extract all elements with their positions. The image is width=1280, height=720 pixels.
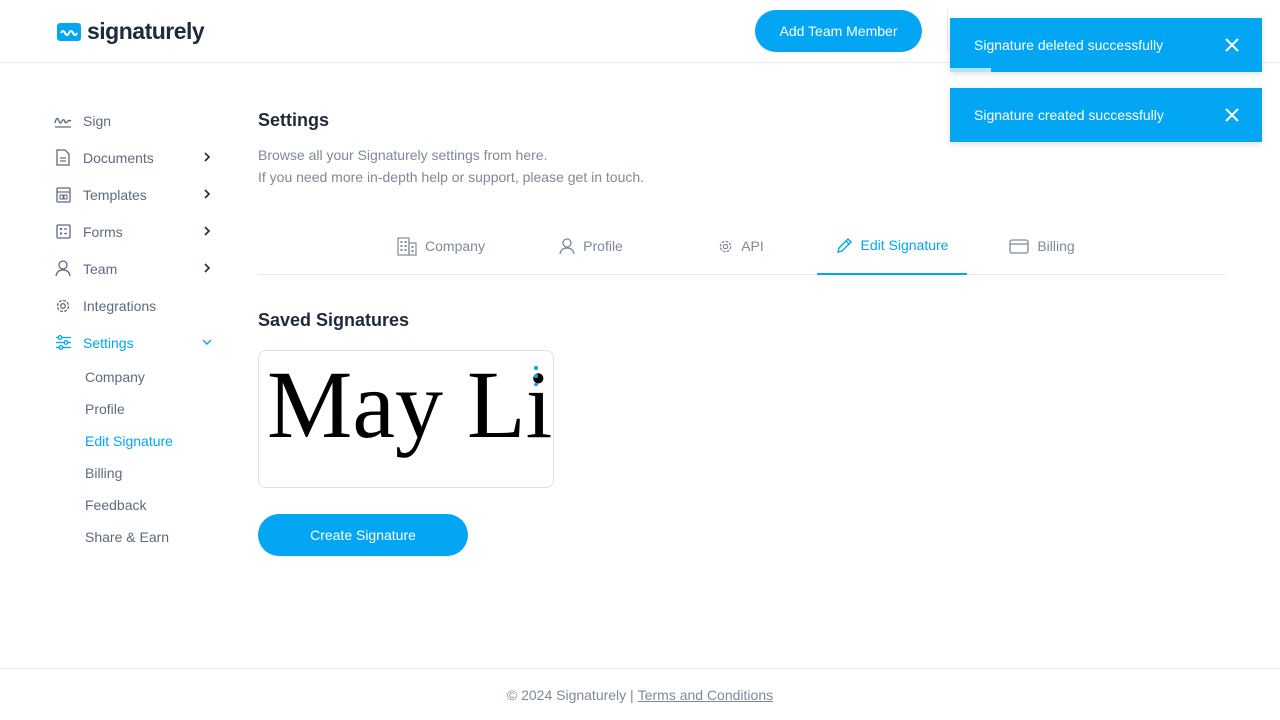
sidebar-item-documents[interactable]: Documents xyxy=(54,139,219,176)
tab-label: Company xyxy=(425,238,485,254)
sidebar-item-label: Team xyxy=(83,260,118,277)
tab-label: Billing xyxy=(1037,238,1075,254)
tab-company[interactable]: Company xyxy=(384,217,498,275)
toast-message: Signature created successfully xyxy=(974,107,1164,123)
terms-link[interactable]: Terms and Conditions xyxy=(638,687,773,703)
sidebar-subitem-company[interactable]: Company xyxy=(54,361,219,393)
copyright-text: © 2024 Signaturely | xyxy=(506,686,634,703)
toast-progress-bar xyxy=(950,68,991,72)
gear-icon xyxy=(719,240,732,252)
chevron-right-icon xyxy=(204,152,211,162)
tab-profile[interactable]: Profile xyxy=(548,217,634,275)
sidebar-subitem-share-earn[interactable]: Share & Earn xyxy=(54,521,219,553)
sidebar-item-sign[interactable]: Sign xyxy=(54,102,219,139)
logo-mark-icon xyxy=(57,22,81,41)
sidebar-item-label: Integrations xyxy=(83,297,157,314)
sidebar: Sign Documents Templates Forms Team Inte… xyxy=(54,102,219,553)
template-icon xyxy=(54,186,72,204)
sidebar-item-forms[interactable]: Forms xyxy=(54,213,219,250)
sidebar-item-label: Templates xyxy=(83,186,147,203)
create-signature-button[interactable]: Create Signature xyxy=(258,514,468,556)
signature-preview: May Li xyxy=(267,351,553,458)
sidebar-subitem-billing[interactable]: Billing xyxy=(54,457,219,489)
tab-label: API xyxy=(741,238,764,254)
user-icon xyxy=(54,260,72,278)
sidebar-item-label: Documents xyxy=(83,149,154,166)
sidebar-item-label: Sign xyxy=(83,112,112,129)
sidebar-item-templates[interactable]: Templates xyxy=(54,176,219,213)
sliders-icon xyxy=(54,334,72,352)
description-line: Browse all your Signaturely settings fro… xyxy=(258,147,548,163)
page-description: Browse all your Signaturely settings fro… xyxy=(258,144,1225,188)
toast-deleted: Signature deleted successfully xyxy=(950,18,1262,72)
close-icon[interactable] xyxy=(1224,37,1240,53)
signature-card[interactable]: May Li xyxy=(258,350,554,488)
sidebar-subitem-edit-signature[interactable]: Edit Signature xyxy=(54,425,219,457)
section-title: Saved Signatures xyxy=(258,310,410,330)
gear-icon xyxy=(54,297,72,315)
tab-edit-signature[interactable]: Edit Signature xyxy=(817,217,967,275)
building-icon xyxy=(397,236,417,256)
card-icon xyxy=(1009,238,1029,254)
chevron-right-icon xyxy=(204,189,211,199)
chevron-right-icon xyxy=(204,263,211,273)
sidebar-item-label: Forms xyxy=(83,223,123,240)
settings-tabs: Company Profile API Edit Signature Billi… xyxy=(258,217,1225,275)
tab-label: Profile xyxy=(583,238,623,254)
logo[interactable]: signaturely xyxy=(57,18,205,45)
sidebar-item-integrations[interactable]: Integrations xyxy=(54,287,219,324)
chevron-down-icon xyxy=(202,339,212,345)
pencil-icon xyxy=(836,237,852,253)
sidebar-subitem-feedback[interactable]: Feedback xyxy=(54,489,219,521)
toast-message: Signature deleted successfully xyxy=(974,37,1164,53)
close-icon[interactable] xyxy=(1224,107,1240,123)
add-team-member-button[interactable]: Add Team Member xyxy=(755,10,922,52)
chevron-right-icon xyxy=(204,226,211,236)
sidebar-item-settings[interactable]: Settings xyxy=(54,324,219,361)
sidebar-item-label: Settings xyxy=(83,334,134,351)
sidebar-item-team[interactable]: Team xyxy=(54,250,219,287)
kebab-menu-icon[interactable] xyxy=(529,366,543,386)
form-icon xyxy=(54,223,72,241)
tab-label: Edit Signature xyxy=(860,237,949,253)
footer: © 2024 Signaturely | Terms and Condition… xyxy=(0,668,1280,720)
user-icon xyxy=(559,237,575,254)
sidebar-subitem-profile[interactable]: Profile xyxy=(54,393,219,425)
logo-text: signaturely xyxy=(87,18,205,44)
header-divider xyxy=(947,10,948,52)
tab-billing[interactable]: Billing xyxy=(1002,217,1082,275)
tab-api[interactable]: API xyxy=(710,217,772,275)
signature-icon xyxy=(54,112,72,130)
document-icon xyxy=(54,149,72,167)
toast-created: Signature created successfully xyxy=(950,88,1262,142)
description-line: If you need more in-depth help or suppor… xyxy=(258,169,645,185)
